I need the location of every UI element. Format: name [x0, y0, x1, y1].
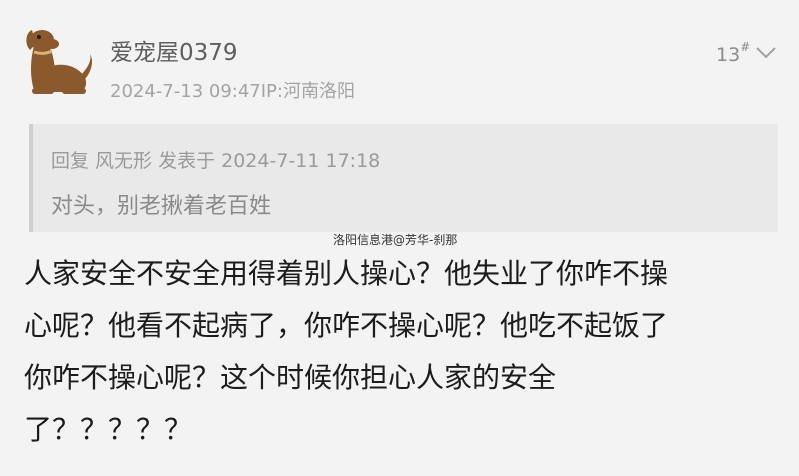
post-meta: 2024-7-13 09:47IP:河南洛阳	[110, 81, 355, 102]
username[interactable]: 爱宠屋0379	[110, 33, 238, 67]
watermark: 洛阳信息港@芳华-刹那	[333, 233, 458, 247]
forum-reply-post: 爱宠屋0379 2024-7-13 09:47IP:河南洛阳 13# 回复 风无…	[0, 0, 799, 476]
chevron-down-icon[interactable]	[754, 42, 778, 62]
post-body: 人家安全不安全用得着别人操心？他失业了你咋不操 心呢？他看不起病了，你咋不操心呢…	[24, 248, 784, 456]
quote-header: 回复 风无形 发表于 2024-7-11 17:18	[51, 150, 381, 172]
post-body-line: 心呢？他看不起病了，你咋不操心呢？他吃不起饭了	[24, 309, 669, 342]
floor-mark: #	[740, 40, 751, 54]
post-body-line: 人家安全不安全用得着别人操心？他失业了你咋不操	[24, 257, 669, 290]
floor-number: 13#	[716, 40, 750, 66]
dog-logo-icon[interactable]	[22, 24, 94, 100]
quoted-reply: 回复 风无形 发表于 2024-7-11 17:18 对头，别老揪着老百姓	[29, 124, 778, 232]
quote-text: 对头，别老揪着老百姓	[51, 194, 272, 219]
post-body-line: 你咋不操心呢？这个时候你担心人家的安全	[24, 361, 557, 394]
post-body-line: 了？？？？？	[24, 413, 193, 446]
floor-number-value: 13	[716, 44, 741, 66]
